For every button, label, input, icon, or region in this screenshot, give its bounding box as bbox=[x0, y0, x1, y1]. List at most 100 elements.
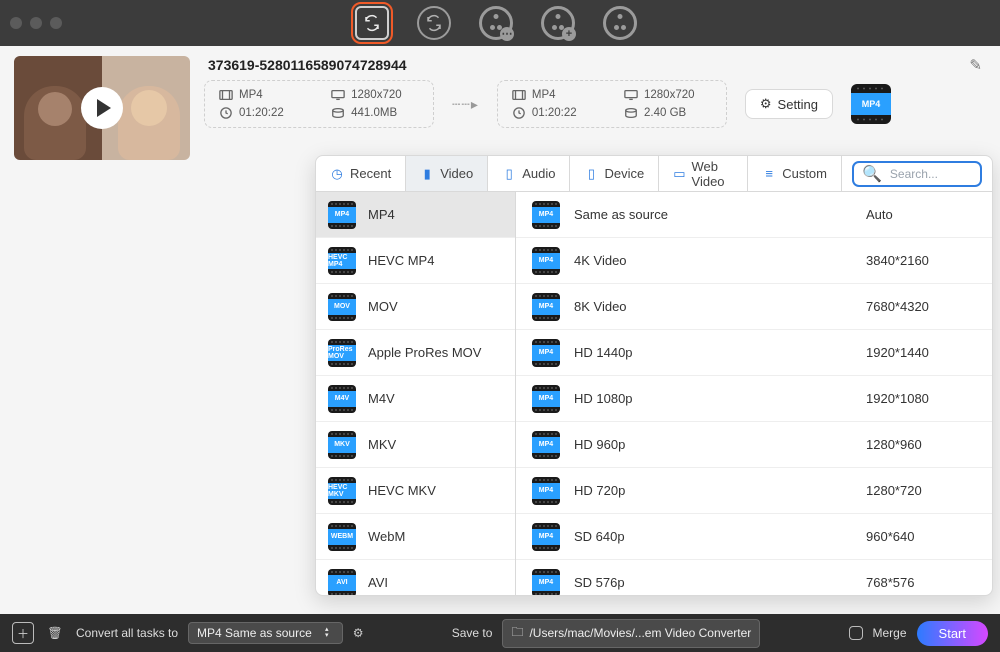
format-row[interactable]: MKVMKV bbox=[316, 422, 515, 468]
preset-list[interactable]: MP4Same as sourceAutoMP44K Video3840*216… bbox=[516, 192, 992, 595]
preset-row[interactable]: MP44K Video3840*2160 bbox=[516, 238, 992, 284]
tab-recent-label: Recent bbox=[350, 166, 391, 181]
format-file-icon: M4V bbox=[328, 385, 356, 413]
disk-icon bbox=[331, 107, 345, 119]
tab-recent[interactable]: ◷Recent bbox=[316, 156, 406, 191]
preset-row[interactable]: MP4HD 1440p1920*1440 bbox=[516, 330, 992, 376]
saveto-path[interactable]: 🗀 /Users/mac/Movies/...em Video Converte… bbox=[502, 619, 760, 648]
convert-all-label: Convert all tasks to bbox=[76, 626, 178, 640]
preset-file-icon: MP4 bbox=[532, 431, 560, 459]
setting-label: Setting bbox=[778, 97, 818, 112]
preset-resolution: 1280*960 bbox=[866, 437, 976, 452]
tab-device[interactable]: ▯Device bbox=[570, 156, 659, 191]
sliders-icon: ≡ bbox=[762, 167, 776, 181]
format-row[interactable]: HEVC MKVHEVC MKV bbox=[316, 468, 515, 514]
format-file-icon: ProRes MOV bbox=[328, 339, 356, 367]
target-duration: 01:20:22 bbox=[532, 107, 577, 119]
format-label: M4V bbox=[368, 391, 395, 406]
format-row[interactable]: ProRes MOV Apple ProRes MOV bbox=[316, 330, 515, 376]
convert-all-select[interactable]: MP4 Same as source ▴▾ bbox=[188, 622, 343, 644]
tab-custom-label: Custom bbox=[782, 166, 827, 181]
preset-resolution: 1920*1440 bbox=[866, 345, 976, 360]
preset-file-icon: MP4 bbox=[532, 569, 560, 596]
toolbox-icon[interactable]: ⋯ bbox=[479, 6, 513, 40]
tab-custom[interactable]: ≡ Custom bbox=[748, 156, 842, 191]
refresh-mode-icon[interactable] bbox=[417, 6, 451, 40]
format-row[interactable]: MP4MP4 bbox=[316, 192, 515, 238]
source-info-box: MP4 1280x720 01:20:22 441.0MB bbox=[204, 80, 434, 128]
disk-icon bbox=[624, 107, 638, 119]
toolbar-mode-icons: ⋯ + bbox=[62, 6, 930, 40]
format-file-icon: MKV bbox=[328, 431, 356, 459]
video-thumbnail[interactable] bbox=[14, 56, 190, 160]
target-info-box[interactable]: MP4 1280x720 01:20:22 2.40 GB bbox=[497, 80, 727, 128]
format-file-icon: MOV bbox=[328, 293, 356, 321]
format-row[interactable]: AVIAVI bbox=[316, 560, 515, 595]
close-window-icon[interactable] bbox=[10, 17, 22, 29]
audio-icon: ▯ bbox=[502, 167, 516, 181]
output-format-badge[interactable]: MP4 bbox=[851, 84, 891, 124]
delete-task-button[interactable]: 🗑 bbox=[44, 622, 66, 644]
zoom-window-icon[interactable] bbox=[50, 17, 62, 29]
source-resolution: 1280x720 bbox=[351, 89, 402, 101]
window-controls[interactable] bbox=[10, 17, 62, 29]
preset-row[interactable]: MP4 SD 576p 768*576 bbox=[516, 560, 992, 595]
tab-video[interactable]: ▮Video bbox=[406, 156, 488, 191]
format-list[interactable]: MP4MP4HEVC MP4HEVC MP4 MOV MOV ProRes MOV Ap… bbox=[316, 192, 516, 595]
preset-row[interactable]: MP4SD 640p960*640 bbox=[516, 514, 992, 560]
format-label: MOV bbox=[368, 299, 398, 314]
setting-button[interactable]: ⚙ Setting bbox=[745, 89, 833, 119]
format-search[interactable]: 🔍 bbox=[852, 161, 982, 187]
preset-resolution: 960*640 bbox=[866, 529, 976, 544]
monitor-icon bbox=[624, 89, 638, 101]
preset-resolution: 768*576 bbox=[866, 575, 976, 590]
convert-mode-icon[interactable] bbox=[355, 6, 389, 40]
preset-resolution: 7680*4320 bbox=[866, 299, 976, 314]
saveto-path-text: /Users/mac/Movies/...em Video Converter bbox=[529, 626, 751, 640]
format-label: AVI bbox=[368, 575, 388, 590]
minimize-window-icon[interactable] bbox=[30, 17, 42, 29]
preset-file-icon: MP4 bbox=[532, 477, 560, 505]
output-format-label: MP4 bbox=[862, 99, 881, 109]
film-icon bbox=[219, 89, 233, 101]
add-media-icon[interactable]: + bbox=[541, 6, 575, 40]
source-container: MP4 bbox=[239, 89, 263, 101]
merge-label: Merge bbox=[873, 626, 907, 640]
clock-icon bbox=[512, 107, 526, 119]
format-file-icon: HEVC MP4 bbox=[328, 247, 356, 275]
preset-label: SD 576p bbox=[574, 575, 852, 590]
format-label: Apple ProRes MOV bbox=[368, 345, 481, 360]
add-task-button[interactable]: ＋ bbox=[12, 622, 34, 644]
preset-row[interactable]: MP48K Video7680*4320 bbox=[516, 284, 992, 330]
format-row[interactable]: HEVC MP4HEVC MP4 bbox=[316, 238, 515, 284]
preset-label: HD 1080p bbox=[574, 391, 852, 406]
source-duration: 01:20:22 bbox=[239, 107, 284, 119]
merge-checkbox[interactable] bbox=[849, 626, 863, 640]
preset-file-icon: MP4 bbox=[532, 201, 560, 229]
tab-web[interactable]: ▭Web Video bbox=[659, 156, 748, 191]
target-resolution: 1280x720 bbox=[644, 89, 695, 101]
tab-device-label: Device bbox=[604, 166, 644, 181]
search-input[interactable] bbox=[888, 166, 968, 182]
preset-label: HD 1440p bbox=[574, 345, 852, 360]
video-icon: ▮ bbox=[420, 167, 434, 181]
format-row[interactable]: M4V M4V bbox=[316, 376, 515, 422]
search-icon: 🔍 bbox=[862, 164, 882, 184]
preset-row[interactable]: MP4Same as sourceAuto bbox=[516, 192, 992, 238]
preset-row[interactable]: MP4HD 960p1280*960 bbox=[516, 422, 992, 468]
format-row[interactable]: MOV MOV bbox=[316, 284, 515, 330]
edit-title-icon[interactable]: ✎ bbox=[969, 56, 982, 74]
preset-resolution: 3840*2160 bbox=[866, 253, 976, 268]
preset-resolution: 1920*1080 bbox=[866, 391, 976, 406]
play-icon[interactable] bbox=[81, 87, 123, 129]
preset-row[interactable]: MP4HD 720p1280*720 bbox=[516, 468, 992, 514]
folder-icon: 🗀 bbox=[511, 623, 523, 644]
start-button[interactable]: Start bbox=[917, 621, 988, 646]
gear-icon[interactable]: ⚙ bbox=[353, 626, 364, 640]
tab-audio[interactable]: ▯Audio bbox=[488, 156, 570, 191]
format-row[interactable]: WEBMWebM bbox=[316, 514, 515, 560]
preset-row[interactable]: MP4HD 1080p1920*1080 bbox=[516, 376, 992, 422]
task-row: 373619-5280116589074728944 ✎ MP4 1280x72… bbox=[0, 46, 1000, 160]
media-library-icon[interactable] bbox=[603, 6, 637, 40]
convert-all-value: MP4 Same as source bbox=[197, 626, 312, 640]
